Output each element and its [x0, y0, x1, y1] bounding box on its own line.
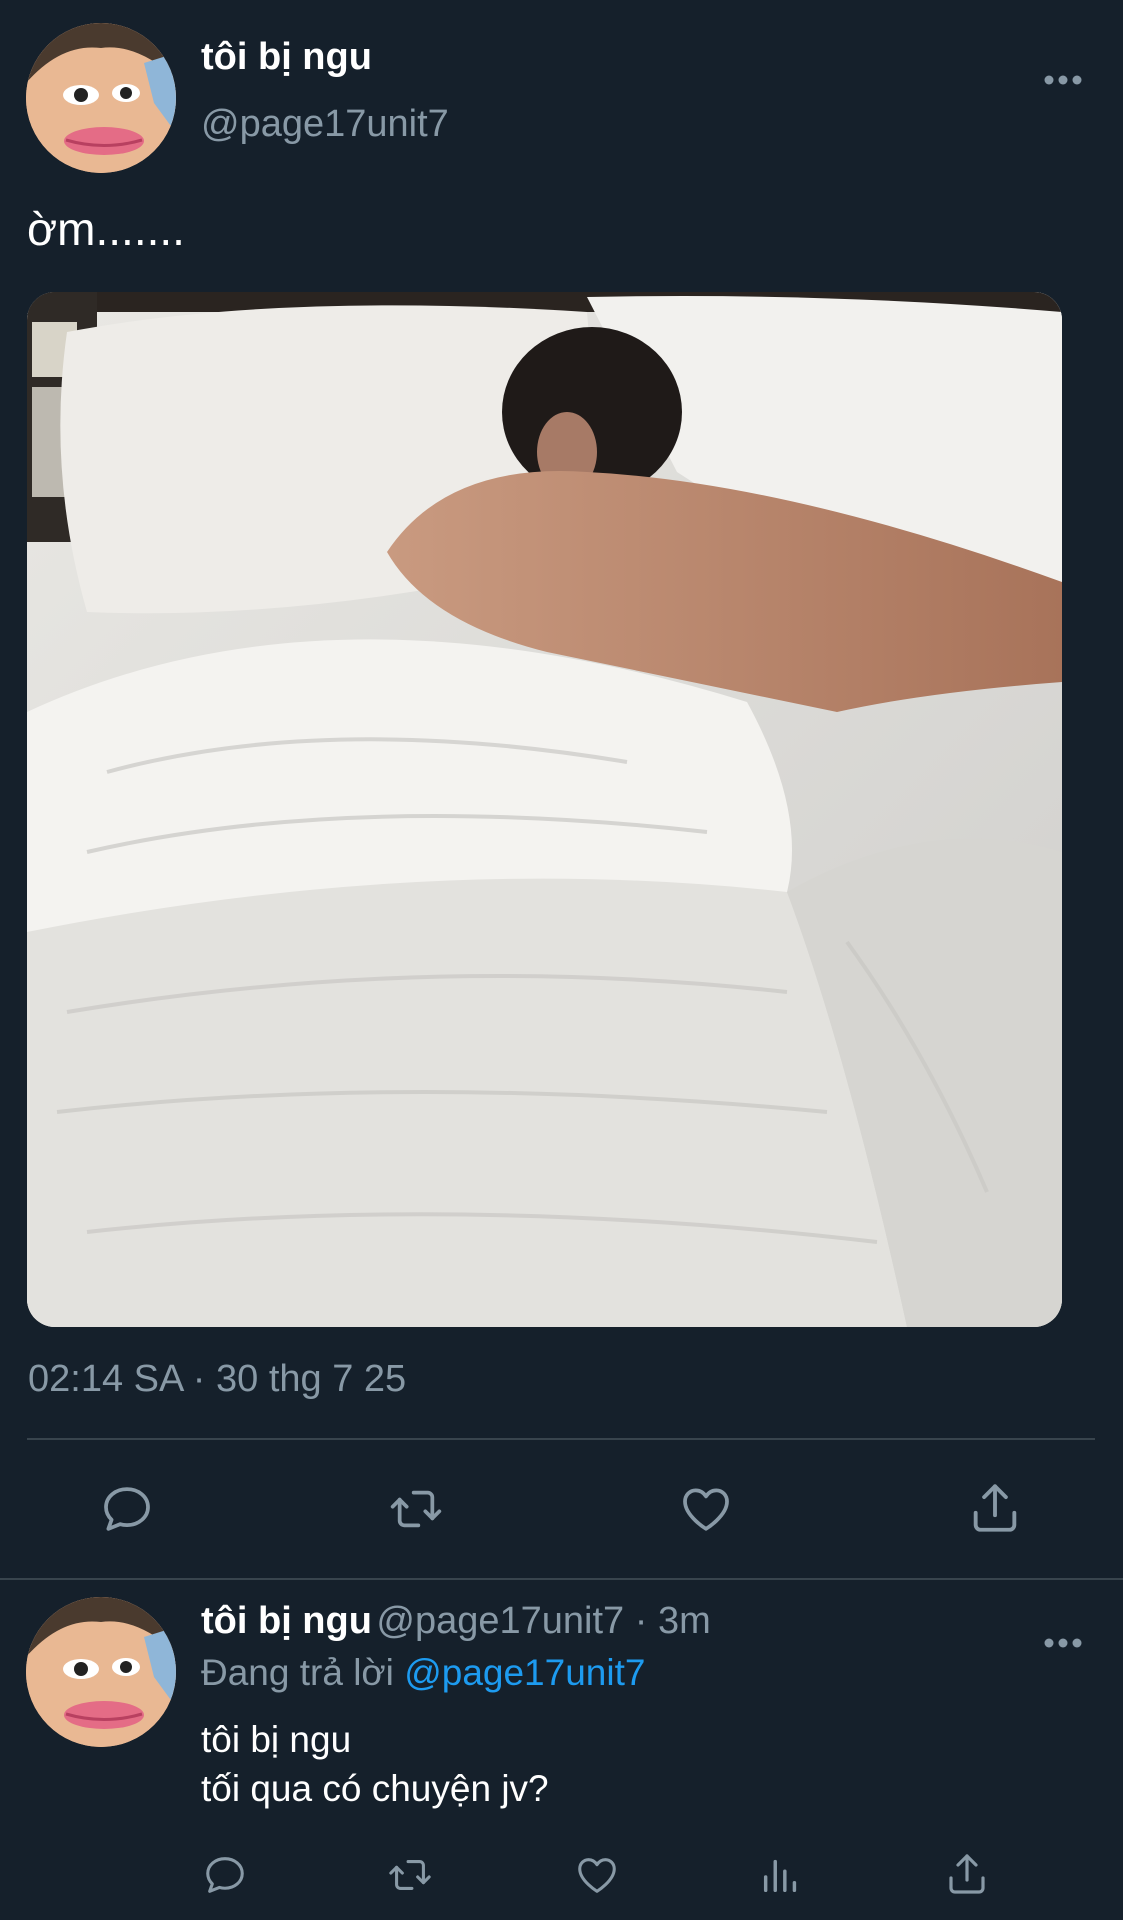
avatar[interactable]	[26, 23, 176, 173]
user-handle[interactable]: @page17unit7	[376, 1600, 624, 1642]
tweet-text: ờm.......	[27, 203, 185, 255]
reply-icon[interactable]	[98, 1481, 156, 1537]
replying-to-line: Đang trả lời @page17unit7	[201, 1652, 645, 1694]
analytics-icon[interactable]	[758, 1852, 804, 1898]
tweet-timestamp[interactable]: 02:14 SA · 30 thg 7 25	[28, 1358, 406, 1401]
tweet-photo[interactable]	[27, 292, 1062, 1327]
more-horizontal-icon[interactable]	[1043, 1617, 1083, 1657]
retweet-icon[interactable]	[384, 1481, 448, 1537]
display-name[interactable]: tôi bị ngu	[201, 1600, 372, 1642]
reply-icon[interactable]	[201, 1852, 249, 1898]
replying-to-label: Đang trả lời	[201, 1652, 405, 1693]
replying-to-mention[interactable]: @page17unit7	[404, 1652, 645, 1693]
reply-age: · 3m	[624, 1600, 711, 1642]
display-name[interactable]: tôi bị ngu	[201, 36, 372, 79]
reply-text-line-2: tối qua có chuyện jv?	[201, 1768, 549, 1809]
avatar[interactable]	[26, 1597, 176, 1747]
reply-text-line-1: tôi bị ngu	[201, 1719, 352, 1760]
share-icon[interactable]	[943, 1850, 991, 1898]
like-icon[interactable]	[572, 1852, 622, 1898]
avatar-face-image	[26, 1597, 176, 1747]
retweet-icon[interactable]	[383, 1852, 437, 1898]
user-handle[interactable]: @page17unit7	[201, 103, 449, 146]
reply-header: tôi bị ngu @page17unit7 · 3m	[201, 1600, 711, 1643]
more-horizontal-icon[interactable]	[1043, 54, 1083, 94]
divider	[27, 1438, 1095, 1440]
divider	[0, 1578, 1123, 1580]
share-icon[interactable]	[966, 1479, 1024, 1537]
like-icon[interactable]	[676, 1481, 736, 1537]
bed-photo-image	[27, 292, 1062, 1327]
avatar-face-image	[26, 23, 176, 173]
